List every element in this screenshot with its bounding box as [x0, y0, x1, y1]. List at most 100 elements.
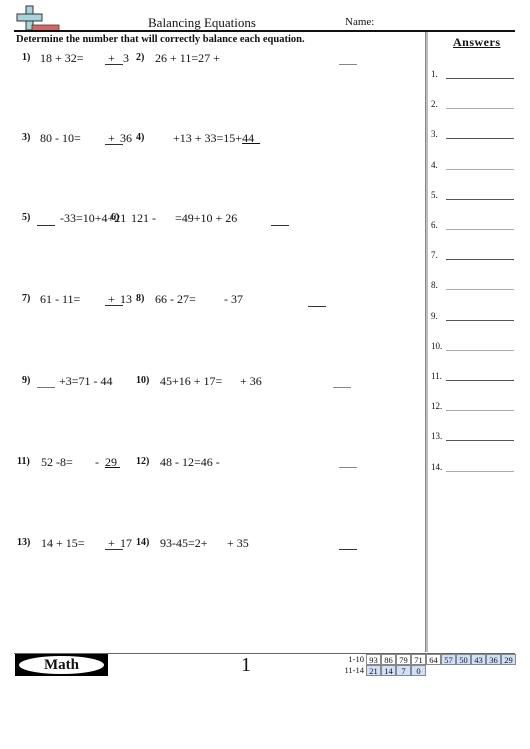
equation-text: +3=71 - 44 — [59, 374, 113, 388]
answer-label: 14. — [431, 461, 443, 472]
equation-text: 48 - 12=46 - — [160, 455, 220, 469]
answer-line[interactable] — [446, 198, 514, 200]
equation-left: 80 - 10= — [40, 131, 81, 145]
answer-blank[interactable] — [339, 467, 357, 468]
answer-label: 10. — [431, 340, 443, 351]
answer-line[interactable] — [446, 168, 514, 170]
equation-left: 61 - 11= — [40, 292, 81, 306]
score-cell: 43 — [471, 654, 486, 665]
score-row-label: 1-10 — [348, 654, 364, 664]
answer-line[interactable] — [446, 289, 514, 291]
answer-line[interactable] — [446, 138, 514, 140]
answer-label: 9. — [431, 310, 438, 321]
problem-number: 13) — [17, 537, 31, 548]
answer-line[interactable] — [446, 319, 514, 321]
score-cell: 14 — [381, 665, 396, 676]
score-cell: 29 — [501, 654, 516, 665]
problem-number: 3) — [22, 132, 31, 143]
equation-right: + 35 — [227, 536, 249, 550]
score-row-label: 11-14 — [344, 665, 364, 675]
problem-number: 1) — [22, 52, 31, 63]
answer-blank[interactable] — [37, 387, 55, 388]
answer-line[interactable] — [446, 410, 514, 412]
problem-number: 14) — [136, 537, 150, 548]
answer-line[interactable] — [446, 259, 514, 261]
name-label: Name: — [345, 16, 375, 28]
equation-left: 52 -8= — [41, 455, 73, 469]
plus-minus-logo-icon — [14, 5, 62, 32]
equation-right: 36 — [120, 131, 132, 145]
answer-blank[interactable] — [271, 225, 289, 226]
equation-underlined-term: 29 — [105, 455, 117, 469]
equation-left: 14 + 15= — [41, 536, 85, 550]
score-cell: 21 — [366, 665, 381, 676]
score-cell: 7 — [396, 665, 411, 676]
answer-blank[interactable] — [339, 549, 357, 550]
answers-column-divider — [425, 32, 428, 652]
answer-label: 4. — [431, 159, 438, 170]
equation-right: 13 — [120, 292, 132, 306]
score-cell: 57 — [441, 654, 456, 665]
score-cell: 93 — [366, 654, 381, 665]
equation-text: +13 + 33=15+44 — [173, 131, 260, 146]
problem-number: 11) — [17, 456, 30, 467]
answers-heading: Answers — [453, 35, 501, 49]
answer-label: 8. — [431, 280, 438, 291]
score-cell: 36 — [486, 654, 501, 665]
score-cell: 86 — [381, 654, 396, 665]
answer-label: 13. — [431, 431, 443, 442]
answer-line[interactable] — [446, 349, 514, 351]
equation-text: 66 - 27= — [155, 292, 196, 306]
answer-line[interactable] — [446, 380, 514, 381]
equation-right: - 37 — [224, 292, 243, 306]
answer-label: 11. — [431, 371, 442, 381]
equation-right: =49+10 + 26 — [175, 211, 238, 225]
worksheet-title: Balancing Equations — [148, 15, 256, 30]
equation-text: 93-45=2+ — [160, 536, 208, 550]
problem-number: 5) — [22, 212, 31, 223]
score-cell: 79 — [396, 654, 411, 665]
equation-operator: - — [95, 455, 99, 469]
answer-label: 6. — [431, 220, 438, 230]
answer-line[interactable] — [446, 108, 514, 110]
answer-label: 12. — [431, 401, 443, 412]
problem-number: 8) — [136, 293, 145, 304]
score-cell: 71 — [411, 654, 426, 665]
problem-number: 2) — [136, 52, 145, 63]
equation-right: + 36 — [240, 374, 262, 388]
answer-label: 7. — [431, 250, 438, 261]
score-cell: 0 — [411, 665, 426, 676]
problem-number: 6) — [111, 212, 120, 223]
equation-text: 121 - — [131, 211, 156, 225]
answer-blank[interactable] — [37, 225, 55, 226]
equation-right: 3 — [123, 51, 129, 65]
answer-line[interactable] — [446, 470, 514, 472]
answer-line[interactable] — [446, 440, 514, 442]
answer-label: 5. — [431, 189, 438, 200]
equation-text: 45+16 + 17= — [160, 374, 223, 388]
equation-body: +13 + 33=15+ — [173, 131, 243, 145]
header-divider — [14, 30, 515, 32]
page-number: 1 — [241, 654, 251, 676]
equation-right: 17 — [120, 536, 132, 550]
equation-text: 26 + 11=27 + — [155, 51, 220, 65]
problem-number: 7) — [22, 293, 31, 304]
instructions: Determine the number that will correctly… — [16, 34, 305, 45]
equation-underlined-term: 44 — [242, 131, 255, 145]
answer-blank[interactable] — [339, 64, 357, 65]
answer-line[interactable] — [446, 78, 514, 79]
score-cell: 50 — [456, 654, 471, 665]
answer-label: 1. — [431, 69, 438, 79]
subject-badge: Math — [15, 654, 108, 676]
score-cell: 64 — [426, 654, 441, 665]
problem-number: 10) — [136, 375, 150, 386]
answer-label: 3. — [431, 129, 438, 140]
answer-blank[interactable] — [105, 64, 123, 65]
answer-line[interactable] — [446, 229, 514, 230]
problem-number: 4) — [136, 132, 145, 143]
answer-blank[interactable] — [333, 387, 351, 388]
equation-left: 18 + 32= — [40, 51, 84, 65]
answer-label: 2. — [431, 99, 438, 110]
answer-blank[interactable] — [308, 306, 326, 307]
subject-label: Math — [19, 656, 104, 674]
